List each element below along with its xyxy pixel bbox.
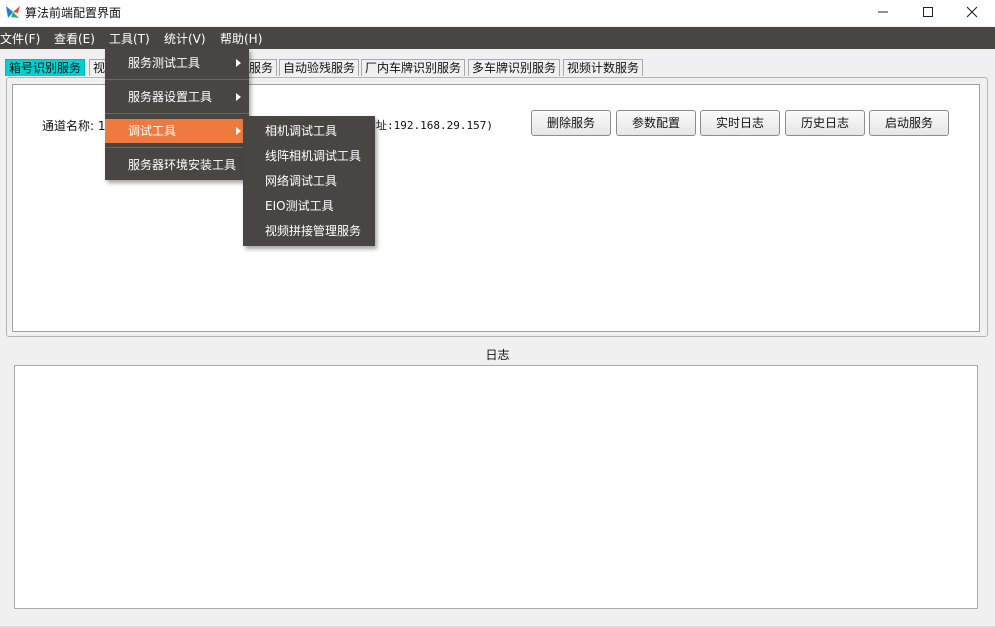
close-button[interactable] bbox=[949, 0, 995, 24]
submenu-label: 相机调试工具 bbox=[265, 124, 338, 138]
submenu-video-stitch[interactable]: 视频拼接管理服务 bbox=[243, 219, 375, 244]
realtime-log-button[interactable]: 实时日志 bbox=[700, 110, 780, 136]
menu-item-service-test[interactable]: 服务测试工具 bbox=[105, 51, 249, 75]
history-log-button[interactable]: 历史日志 bbox=[785, 110, 865, 136]
debug-tools-submenu: 相机调试工具 线阵相机调试工具 网络调试工具 EIO测试工具 视频拼接管理服务 bbox=[243, 116, 375, 246]
menu-separator bbox=[105, 147, 249, 148]
submenu-arrow-icon bbox=[236, 127, 241, 135]
menu-separator bbox=[105, 113, 249, 114]
maximize-icon bbox=[923, 7, 933, 17]
log-textarea[interactable] bbox=[14, 365, 978, 609]
submenu-label: EIO测试工具 bbox=[265, 199, 334, 213]
param-config-button[interactable]: 参数配置 bbox=[616, 110, 696, 136]
tab-container-id[interactable]: 箱号识别服务 bbox=[5, 59, 86, 76]
submenu-arrow-icon bbox=[236, 93, 241, 101]
close-icon bbox=[966, 6, 978, 18]
channel-name-label: 通道名称: 1 bbox=[42, 119, 106, 133]
menu-item-label: 服务器设置工具 bbox=[128, 90, 213, 104]
tools-menu: 服务测试工具 服务器设置工具 调试工具 服务器环境安装工具 bbox=[105, 48, 249, 180]
tab-service[interactable]: 服务 bbox=[245, 59, 278, 76]
delete-service-button[interactable]: 删除服务 bbox=[531, 110, 611, 136]
menu-item-env-install[interactable]: 服务器环境安装工具 bbox=[105, 153, 249, 177]
menu-item-server-settings[interactable]: 服务器设置工具 bbox=[105, 85, 249, 109]
tab-multi-plate[interactable]: 多车牌识别服务 bbox=[468, 59, 561, 76]
submenu-network-debug[interactable]: 网络调试工具 bbox=[243, 169, 375, 194]
tab-plant-plate[interactable]: 厂内车牌识别服务 bbox=[361, 59, 466, 76]
app-logo-icon bbox=[6, 6, 20, 18]
minimize-button[interactable] bbox=[860, 0, 906, 24]
submenu-label: 线阵相机调试工具 bbox=[265, 149, 362, 163]
menu-file[interactable]: 文件(F) bbox=[0, 27, 40, 49]
submenu-eio-test[interactable]: EIO测试工具 bbox=[243, 194, 375, 219]
log-title: 日志 bbox=[485, 348, 510, 362]
channel-address-text: 址:192.168.29.157) bbox=[376, 119, 493, 132]
menu-separator bbox=[105, 79, 249, 80]
menu-view[interactable]: 查看(E) bbox=[54, 27, 95, 49]
tab-video-count[interactable]: 视频计数服务 bbox=[563, 59, 644, 76]
title-bar: 算法前端配置界面 bbox=[0, 0, 995, 26]
tab-auto-damage[interactable]: 自动验残服务 bbox=[279, 59, 360, 76]
menu-help[interactable]: 帮助(H) bbox=[220, 27, 262, 49]
menu-item-label: 服务测试工具 bbox=[128, 56, 201, 70]
submenu-arrow-icon bbox=[236, 59, 241, 67]
maximize-button[interactable] bbox=[905, 0, 951, 24]
menu-stats[interactable]: 统计(V) bbox=[164, 27, 206, 49]
submenu-line-camera-debug[interactable]: 线阵相机调试工具 bbox=[243, 144, 375, 169]
minimize-icon bbox=[878, 11, 888, 13]
submenu-label: 网络调试工具 bbox=[265, 174, 338, 188]
menu-item-debug-tools[interactable]: 调试工具 bbox=[105, 119, 249, 143]
submenu-camera-debug[interactable]: 相机调试工具 bbox=[243, 119, 375, 144]
menu-tools[interactable]: 工具(T) bbox=[109, 27, 150, 49]
menu-item-label: 服务器环境安装工具 bbox=[128, 158, 237, 172]
start-service-button[interactable]: 启动服务 bbox=[869, 110, 949, 136]
window-title: 算法前端配置界面 bbox=[25, 6, 122, 20]
menu-item-label: 调试工具 bbox=[128, 124, 177, 138]
menu-bar: 文件(F) 查看(E) 工具(T) 统计(V) 帮助(H) bbox=[0, 27, 995, 49]
submenu-label: 视频拼接管理服务 bbox=[265, 224, 362, 238]
